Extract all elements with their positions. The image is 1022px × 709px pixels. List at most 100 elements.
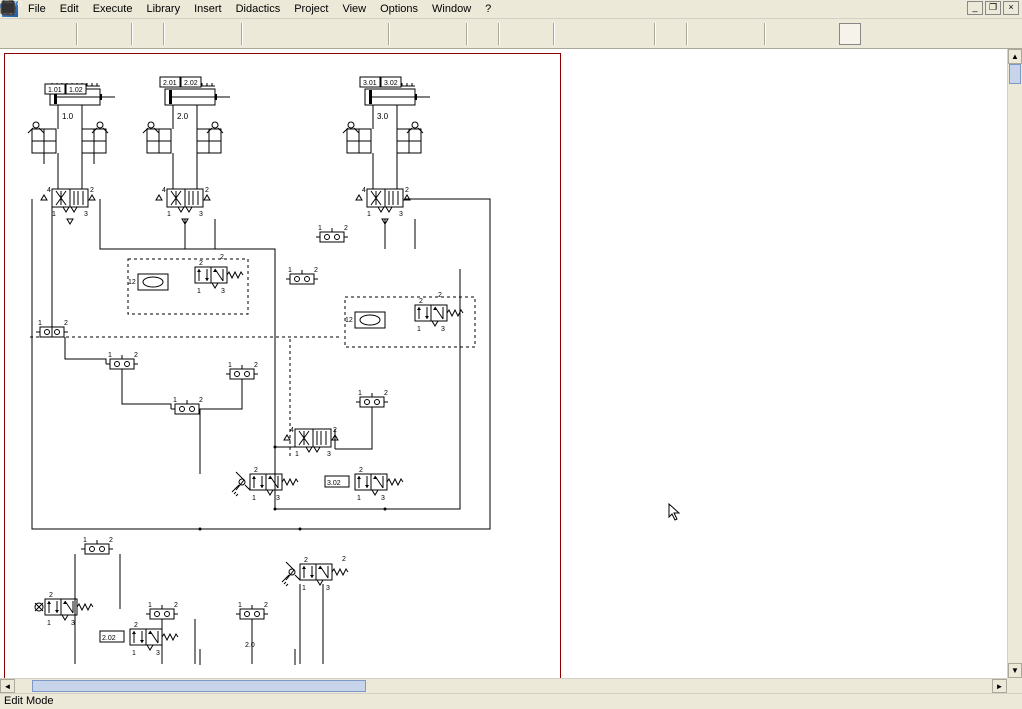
copy-button[interactable]	[192, 23, 214, 45]
svg-text:2.0: 2.0	[245, 642, 255, 649]
scroll-up-button[interactable]: ▲	[1008, 49, 1022, 64]
status-text: Edit Mode	[4, 695, 54, 707]
stop-button[interactable]	[692, 23, 714, 45]
align-left-button[interactable]	[247, 23, 269, 45]
play-button[interactable]	[715, 23, 737, 45]
svg-text:1: 1	[318, 225, 322, 232]
menu-execute[interactable]: Execute	[86, 1, 140, 17]
svg-text:3: 3	[399, 211, 403, 218]
skip-start-button[interactable]	[770, 23, 792, 45]
scroll-right-button[interactable]: ►	[992, 679, 1007, 693]
canvas-area[interactable]: 1.01 1.02 1.0 42 13 2.01 2.02	[0, 49, 1022, 678]
svg-text:1: 1	[238, 602, 242, 609]
menu-window[interactable]: Window	[425, 1, 478, 17]
svg-text:1: 1	[132, 650, 136, 657]
status-bar: Edit Mode	[0, 693, 1022, 709]
align-bottom-button[interactable]	[316, 23, 338, 45]
vscroll-thumb[interactable]	[1009, 64, 1021, 84]
svg-text:3: 3	[327, 451, 331, 458]
svg-text:2: 2	[314, 267, 318, 274]
horizontal-scrollbar[interactable]: ◄ ►	[0, 678, 1007, 693]
svg-text:3.02: 3.02	[327, 480, 341, 487]
restore-button[interactable]: ❐	[985, 1, 1001, 15]
skip-end-button[interactable]	[816, 23, 838, 45]
align-right-button[interactable]	[270, 23, 292, 45]
svg-text:2: 2	[220, 254, 224, 261]
zoom-in-button[interactable]	[605, 23, 627, 45]
vertical-scrollbar[interactable]: ▲ ▼	[1007, 49, 1022, 678]
menu-insert[interactable]: Insert	[187, 1, 229, 17]
grid-button[interactable]	[472, 23, 494, 45]
print-button[interactable]	[105, 23, 127, 45]
svg-text:1: 1	[295, 451, 299, 458]
svg-text:2: 2	[49, 592, 53, 599]
align-top-button[interactable]	[293, 23, 315, 45]
menu-file[interactable]: File	[21, 1, 53, 17]
svg-text:2: 2	[304, 557, 308, 564]
svg-text:2: 2	[90, 187, 94, 194]
svg-text:1: 1	[167, 211, 171, 218]
paste-button[interactable]	[215, 23, 237, 45]
menu-options[interactable]: Options	[373, 1, 425, 17]
minimize-button[interactable]: _	[967, 1, 983, 15]
menu-didactics[interactable]: Didactics	[229, 1, 288, 17]
schematic: 1.01 1.02 1.0 42 13 2.01 2.02	[0, 49, 1007, 678]
svg-text:2: 2	[438, 292, 442, 299]
scroll-down-button[interactable]: ▼	[1008, 663, 1022, 678]
toolbar: 1:1	[0, 19, 1022, 49]
svg-text:2: 2	[109, 537, 113, 544]
svg-text:2: 2	[254, 362, 258, 369]
flip-h-button[interactable]	[440, 23, 462, 45]
svg-text:3: 3	[221, 288, 225, 295]
svg-text:3: 3	[84, 211, 88, 218]
zoom-fit-button[interactable]: 1:1	[504, 23, 526, 45]
step-forward-button[interactable]	[793, 23, 815, 45]
menu-project[interactable]: Project	[287, 1, 335, 17]
print-preview-button[interactable]	[82, 23, 104, 45]
svg-text:2: 2	[405, 187, 409, 194]
close-button[interactable]: ×	[1003, 1, 1019, 15]
zoom-out-button[interactable]	[628, 23, 650, 45]
svg-text:2: 2	[199, 397, 203, 404]
open-button[interactable]	[27, 23, 49, 45]
svg-text:1: 1	[228, 362, 232, 369]
menu-library[interactable]: Library	[139, 1, 187, 17]
rotate-right-button[interactable]	[417, 23, 439, 45]
pause-button[interactable]	[738, 23, 760, 45]
zoom-previous-button[interactable]	[582, 23, 604, 45]
svg-text:2: 2	[342, 556, 346, 563]
svg-text:2.02: 2.02	[102, 635, 116, 642]
svg-text:3: 3	[326, 585, 330, 592]
hscroll-thumb[interactable]	[32, 680, 366, 692]
svg-text:1: 1	[47, 620, 51, 627]
svg-text:3: 3	[199, 211, 203, 218]
svg-text:2: 2	[264, 602, 268, 609]
svg-text:2: 2	[254, 467, 258, 474]
svg-text:4: 4	[47, 187, 51, 194]
svg-text:1: 1	[417, 326, 421, 333]
cut-button[interactable]	[169, 23, 191, 45]
svg-text:1: 1	[52, 211, 56, 218]
undo-button[interactable]	[137, 23, 159, 45]
check-button[interactable]	[660, 23, 682, 45]
scroll-left-button[interactable]: ◄	[0, 679, 15, 693]
cylinder-3-group: 3.01 3.02 3.0 42 13	[343, 77, 430, 224]
fast-forward-button[interactable]	[839, 23, 861, 45]
save-button[interactable]	[50, 23, 72, 45]
zoom-all-button[interactable]	[527, 23, 549, 45]
menu-view[interactable]: View	[335, 1, 373, 17]
menubar: FESTO File Edit Execute Library Insert D…	[0, 0, 1022, 19]
svg-text:3: 3	[71, 620, 75, 627]
menu-help[interactable]: ?	[478, 1, 498, 17]
rotate-left-button[interactable]	[394, 23, 416, 45]
distribute-v-button[interactable]	[362, 23, 384, 45]
distribute-h-button[interactable]	[339, 23, 361, 45]
svg-text:2: 2	[205, 187, 209, 194]
menu-edit[interactable]: Edit	[53, 1, 86, 17]
svg-text:3: 3	[276, 495, 280, 502]
zoom-window-button[interactable]	[559, 23, 581, 45]
new-button[interactable]	[4, 23, 26, 45]
svg-text:2: 2	[419, 298, 423, 305]
svg-text:2.0: 2.0	[177, 112, 189, 121]
svg-text:1.01: 1.01	[48, 87, 62, 94]
